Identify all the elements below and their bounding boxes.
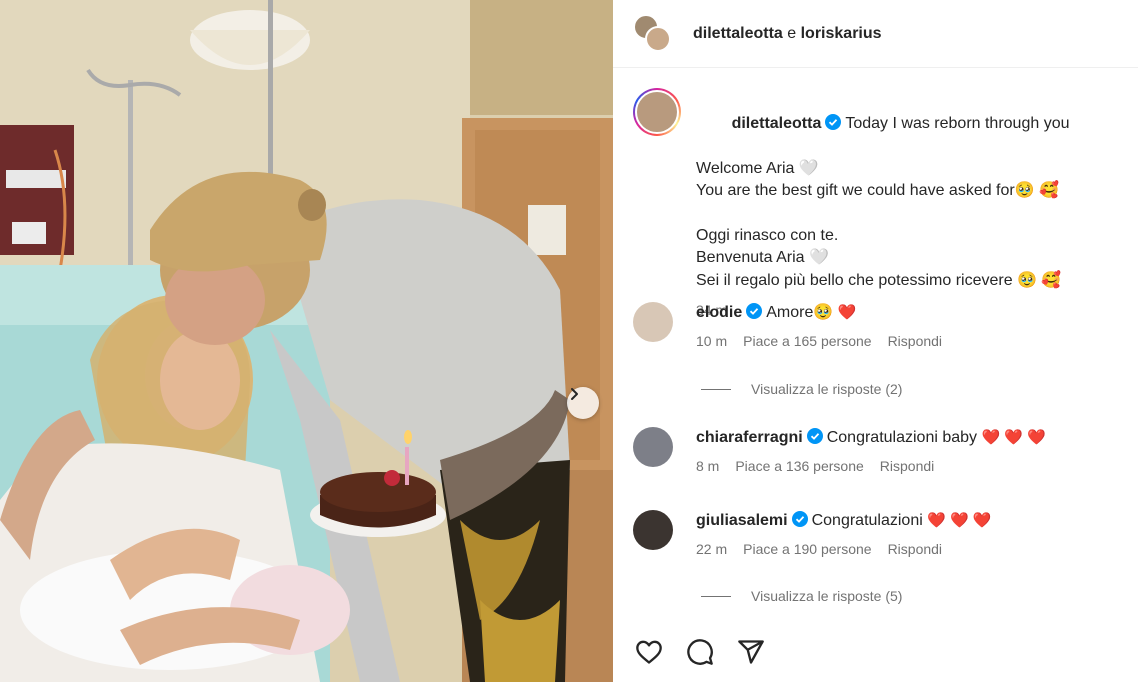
collab-avatars[interactable] xyxy=(633,13,673,54)
comment-likes-link[interactable]: Piace a 136 persone xyxy=(735,458,863,474)
caption-line-7-emoji: 🥹 🥰 xyxy=(1017,271,1062,289)
view-replies-button[interactable]: Visualizza le risposte (5) xyxy=(701,588,902,604)
view-replies-label: Visualizza le risposte (2) xyxy=(751,381,903,397)
post-side-panel: dilettaleotta e loriskarius dilettaleott… xyxy=(613,0,1138,682)
caption-line-5: Oggi rinasco con te. xyxy=(696,226,839,244)
comment-text: Congratulazioni baby xyxy=(826,429,978,446)
view-replies-label: Visualizza le risposte (5) xyxy=(751,588,903,604)
reply-button[interactable]: Rispondi xyxy=(888,541,942,557)
caption-username[interactable]: dilettaleotta xyxy=(732,115,822,132)
comment-username[interactable]: elodie xyxy=(696,304,742,321)
next-photo-button[interactable] xyxy=(567,387,599,419)
heart-icon xyxy=(636,640,662,664)
caption-line-3-emoji: 🥹 🥰 xyxy=(1014,182,1060,199)
comment-icon xyxy=(687,639,713,665)
caption-line-4 xyxy=(696,203,1116,225)
chevron-right-icon xyxy=(571,388,578,400)
hospital-photo-illustration xyxy=(0,0,613,682)
comment-username[interactable]: giuliasalemi xyxy=(696,512,788,529)
verified-badge-icon xyxy=(746,303,763,319)
verified-badge-icon xyxy=(825,113,842,130)
like-button[interactable] xyxy=(633,636,665,668)
comment-hearts: ❤️ xyxy=(837,304,857,321)
comment-body: elodie Amore🥹 ❤️ 10 m Piace a 165 persone… xyxy=(696,302,1116,349)
author-username-2[interactable]: loriskarius xyxy=(801,25,882,42)
post-actions xyxy=(633,636,767,668)
replies-divider xyxy=(701,388,731,390)
post-header: dilettaleotta e loriskarius xyxy=(613,0,1138,68)
comment-body: chiaraferragni Congratulazioni baby ❤️ ❤️… xyxy=(696,427,1116,474)
comment-username[interactable]: chiaraferragni xyxy=(696,429,803,446)
reply-button[interactable]: Rispondi xyxy=(888,333,942,349)
caption-avatar[interactable] xyxy=(633,88,681,136)
comment-text: Amore xyxy=(766,304,814,321)
post-photo xyxy=(0,0,613,682)
comment-time: 8 m xyxy=(696,458,720,474)
share-icon xyxy=(738,640,764,664)
author-username-1[interactable]: dilettaleotta xyxy=(693,25,783,42)
share-button[interactable] xyxy=(735,636,767,668)
caption-line-1: Today I was reborn through you xyxy=(845,114,1070,132)
caption-line-3: You are the best gift we could have aske… xyxy=(696,182,1015,199)
comment-emoji: 🥹 xyxy=(813,304,834,321)
verified-badge-icon xyxy=(791,511,808,527)
avatar[interactable] xyxy=(633,510,673,550)
post-authors: dilettaleotta e loriskarius xyxy=(693,25,882,43)
replies-divider xyxy=(701,595,731,597)
caption-line-2: Welcome Aria 🤍 xyxy=(696,159,819,177)
comment-hearts: ❤️ ❤️ ❤️ xyxy=(927,512,992,529)
author-joiner: e xyxy=(787,24,797,42)
comment-body: giuliasalemi Congratulazioni ❤️ ❤️ ❤️ 22 … xyxy=(696,510,1116,557)
verified-badge-icon xyxy=(806,428,823,444)
caption-line-7: Sei il regalo più bello che potessimo ri… xyxy=(696,271,1013,289)
avatar[interactable] xyxy=(645,25,671,52)
comment-hearts: ❤️ ❤️ ❤️ xyxy=(981,429,1046,446)
avatar[interactable] xyxy=(633,302,673,342)
comment-button[interactable] xyxy=(684,636,716,668)
caption-line-6: Benvenuta Aria 🤍 xyxy=(696,249,829,266)
view-replies-button[interactable]: Visualizza le risposte (2) xyxy=(701,381,902,397)
caption-body: dilettaleotta Today I was reborn through … xyxy=(696,90,1116,322)
comment-time: 22 m xyxy=(696,541,728,557)
avatar[interactable] xyxy=(633,427,673,467)
reply-button[interactable]: Rispondi xyxy=(880,458,934,474)
comment-likes-link[interactable]: Piace a 165 persone xyxy=(743,333,871,349)
comment-text: Congratulazioni xyxy=(811,512,923,529)
comment-time: 10 m xyxy=(696,333,728,349)
comment-likes-link[interactable]: Piace a 190 persone xyxy=(743,541,871,557)
